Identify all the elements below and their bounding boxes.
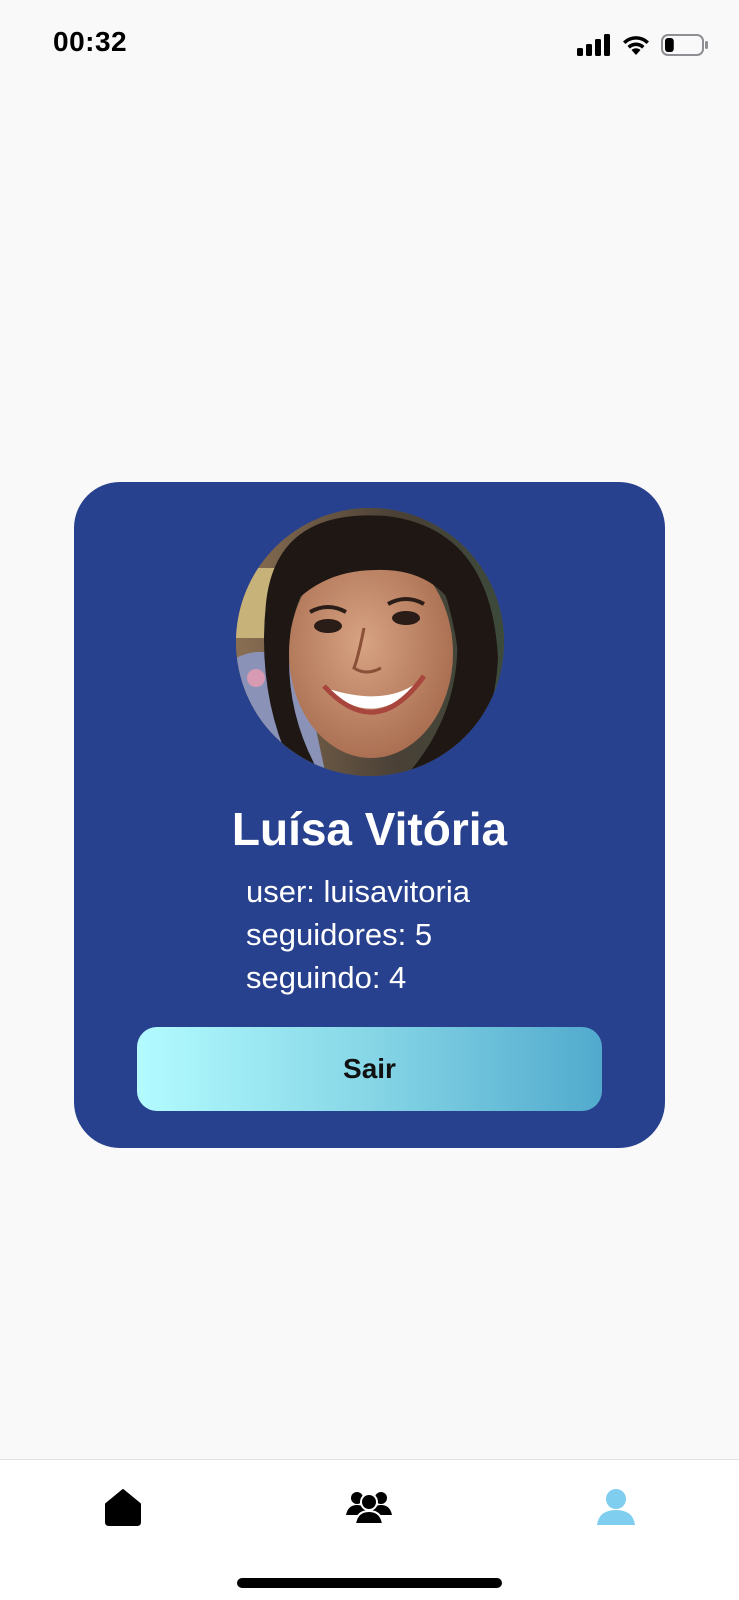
followers-text: seguidores: 5 xyxy=(246,917,433,952)
tab-profile[interactable] xyxy=(586,1482,646,1532)
profile-screen: 00:32 Luísa Vitória user: luisavitoria s… xyxy=(0,0,739,1600)
battery-icon xyxy=(661,34,708,56)
tab-home[interactable] xyxy=(93,1482,153,1532)
home-indicator xyxy=(237,1578,502,1588)
profile-name: Luísa Vitória xyxy=(231,803,508,855)
friends-icon xyxy=(346,1492,392,1525)
following-text: seguindo: 4 xyxy=(246,960,407,995)
home-icon xyxy=(105,1489,141,1526)
signal-icon xyxy=(577,34,610,56)
status-bar: 00:32 xyxy=(0,0,739,90)
logout-button[interactable]: Sair xyxy=(137,1027,602,1111)
profile-icon xyxy=(597,1489,635,1525)
avatar xyxy=(236,508,504,776)
status-icons xyxy=(577,30,709,60)
tab-friends[interactable] xyxy=(339,1482,399,1532)
profile-info: user: luisavitoria seguidores: 5 seguind… xyxy=(246,870,470,999)
wifi-icon xyxy=(623,36,649,55)
username-text: user: luisavitoria xyxy=(246,874,470,909)
status-time: 00:32 xyxy=(53,26,128,57)
profile-card: Luísa Vitória user: luisavitoria seguido… xyxy=(74,482,665,1148)
